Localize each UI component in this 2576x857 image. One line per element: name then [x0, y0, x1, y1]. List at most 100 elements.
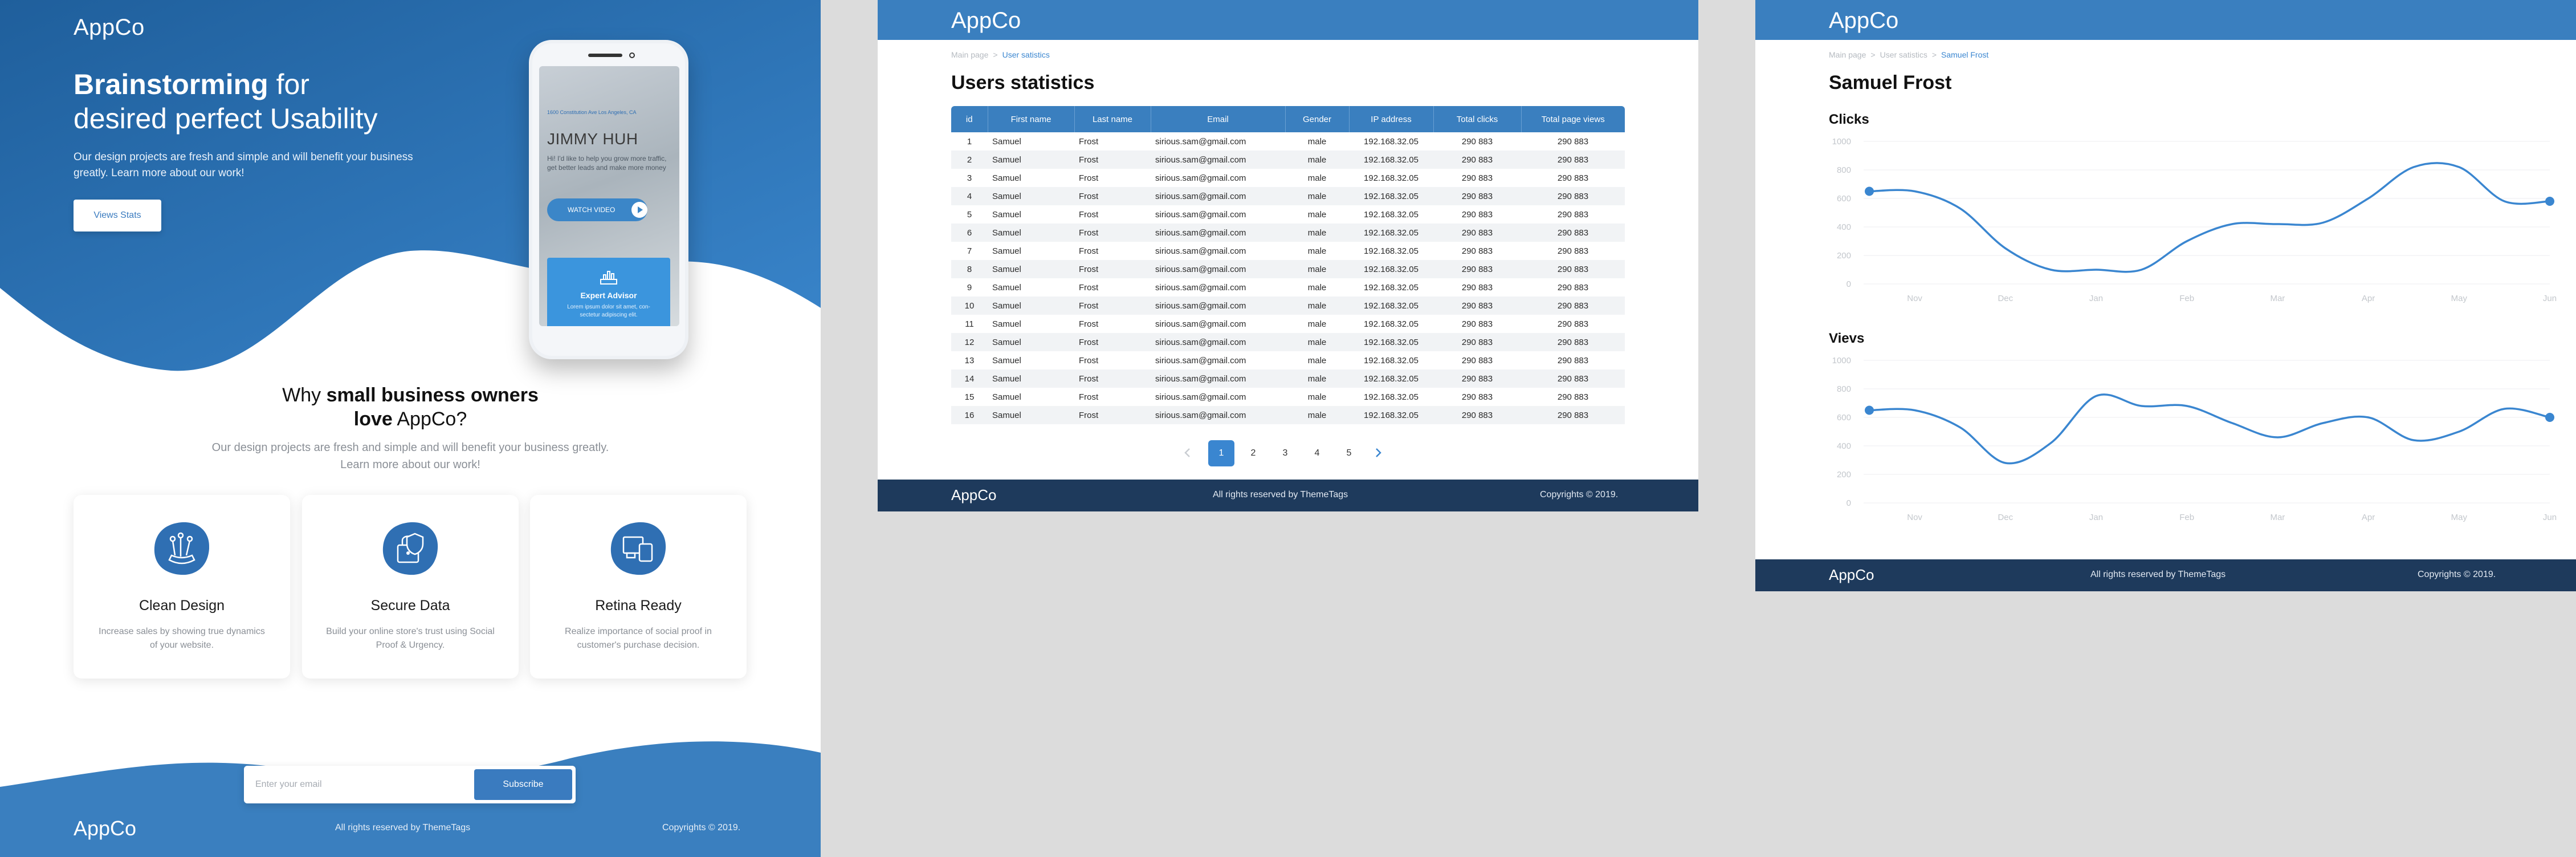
cell-first-name: Samuel [992, 319, 1021, 329]
x-tick-label: Jun [2543, 294, 2557, 303]
cell-last-name: Frost [1074, 406, 1151, 424]
table-row[interactable]: 6 Samuel Frost sirious.sam@gmail.com male 192… [951, 224, 1625, 242]
secure-data-icon [382, 522, 438, 575]
breadcrumb-user-statistics[interactable]: User satistics [1880, 50, 1927, 59]
phone-person-name: JIMMY HUH [547, 130, 638, 148]
cell-email: sirious.sam@gmail.com [1155, 392, 1246, 402]
footer-copyright: Copyrights © 2019. [662, 823, 741, 832]
page-button[interactable]: 2 [1240, 440, 1266, 466]
page-button[interactable]: 5 [1336, 440, 1362, 466]
y-tick-label: 0 [1847, 498, 1851, 508]
cell-ip-address: 192.168.32.05 [1349, 224, 1433, 242]
cell-ip-address: 192.168.32.05 [1349, 369, 1433, 388]
cell-total-clicks: 290 883 [1461, 209, 1493, 220]
footer-logo[interactable]: AppCo [74, 817, 136, 840]
col-email[interactable]: Email [1151, 106, 1286, 132]
prev-page-button[interactable] [1182, 447, 1193, 458]
page-title: Users statistics [951, 72, 1095, 94]
page-button[interactable]: 3 [1272, 440, 1298, 466]
footer-bar: AppCo All rights reserved by ThemeTags C… [1755, 559, 2576, 591]
table-row[interactable]: 3 Samuel Frost sirious.sam@gmail.com male 192… [951, 169, 1625, 187]
table-row[interactable]: 8 Samuel Frost sirious.sam@gmail.com male 192… [951, 260, 1625, 278]
watch-video-button[interactable]: WATCH VIDEO [547, 198, 647, 221]
col-total-page-views[interactable]: Total page views [1521, 106, 1625, 132]
cell-id: 9 [967, 282, 972, 293]
cell-gender: male [1285, 224, 1349, 242]
cell-gender: male [1307, 282, 1327, 293]
header-logo[interactable]: AppCo [951, 8, 1021, 34]
cell-total-page-views: 290 883 [1557, 173, 1589, 183]
footer-logo[interactable]: AppCo [951, 486, 997, 504]
users-table-body: 1 Samuel Frost sirious.sam@gmail.com male 192… [951, 132, 1625, 424]
x-tick-label: Nov [1907, 513, 1922, 522]
breadcrumb-main-page[interactable]: Main page [1829, 50, 1866, 59]
breadcrumb-main-page[interactable]: Main page [951, 50, 988, 59]
y-tick-label: 800 [1837, 384, 1851, 394]
table-row[interactable]: 10 Samuel Frost sirious.sam@gmail.com male 19… [951, 297, 1625, 315]
cell-ip-address: 192.168.32.05 [1364, 209, 1419, 220]
table-row[interactable]: 14 Samuel Frost sirious.sam@gmail.com male 19… [951, 369, 1625, 388]
breadcrumb-user-statistics[interactable]: User satistics [1002, 50, 1050, 59]
page-button[interactable]: 4 [1304, 440, 1330, 466]
data-point-start [1865, 186, 1874, 196]
table-row[interactable]: 13 Samuel Frost sirious.sam@gmail.com male 19… [951, 351, 1625, 369]
table-row[interactable]: 1 Samuel Frost sirious.sam@gmail.com male 192… [951, 132, 1625, 151]
landing-logo[interactable]: AppCo [74, 15, 145, 40]
data-point-end [2545, 197, 2554, 206]
cell-total-clicks: 290 883 [1461, 392, 1493, 402]
why-post: AppCo? [392, 408, 467, 430]
y-tick-label: 0 [1847, 279, 1851, 289]
cell-first-name: Samuel [992, 173, 1021, 183]
breadcrumb: Main page > User satistics > Samuel Frost [1829, 50, 1989, 59]
cell-first-name: Samuel [992, 246, 1021, 256]
table-row[interactable]: 2 Samuel Frost sirious.sam@gmail.com male 192… [951, 151, 1625, 169]
cell-first-name: Samuel [988, 369, 1074, 388]
subscribe-button[interactable]: Subscribe [474, 769, 572, 800]
footer-bar: AppCo All rights reserved by ThemeTags C… [878, 480, 1698, 511]
table-row[interactable]: 15 Samuel Frost sirious.sam@gmail.com male 19… [951, 388, 1625, 406]
breadcrumb-user-name: Samuel Frost [1941, 50, 1989, 59]
cell-total-clicks: 290 883 [1433, 406, 1521, 424]
page-button[interactable]: 1 [1208, 440, 1234, 466]
col-total-clicks[interactable]: Total clicks [1433, 106, 1522, 132]
cell-total-page-views: 290 883 [1521, 297, 1625, 315]
table-row[interactable]: 9 Samuel Frost sirious.sam@gmail.com male 192… [951, 278, 1625, 297]
col-id[interactable]: id [951, 106, 988, 132]
col-gender[interactable]: Gender [1285, 106, 1350, 132]
y-tick-label: 400 [1837, 441, 1851, 451]
x-tick-label: Mar [2270, 513, 2285, 522]
x-tick-label: Jan [2089, 513, 2103, 522]
cell-gender: male [1307, 209, 1327, 220]
cell-last-name: Frost [1079, 282, 1099, 293]
view-stats-button[interactable]: Views Stats [74, 200, 161, 231]
cell-last-name: Frost [1074, 224, 1151, 242]
header-logo[interactable]: AppCo [1829, 8, 1898, 34]
cell-gender: male [1307, 136, 1327, 147]
table-row[interactable]: 4 Samuel Frost sirious.sam@gmail.com male 192… [951, 187, 1625, 205]
cell-id: 15 [964, 392, 975, 402]
next-page-button[interactable] [1372, 447, 1384, 458]
views-chart-title: Vievs [1829, 331, 1865, 346]
table-row[interactable]: 16 Samuel Frost sirious.sam@gmail.com male 19… [951, 406, 1625, 424]
email-input[interactable] [255, 774, 472, 795]
footer-copyright: Copyrights © 2019. [2418, 570, 2496, 579]
table-row[interactable]: 11 Samuel Frost sirious.sam@gmail.com male 19… [951, 315, 1625, 333]
cell-ip-address: 192.168.32.05 [1349, 260, 1433, 278]
cell-first-name: Samuel [992, 355, 1021, 365]
table-row[interactable]: 5 Samuel Frost sirious.sam@gmail.com male 192… [951, 205, 1625, 224]
x-tick-label: Mar [2270, 294, 2285, 303]
table-row[interactable]: 12 Samuel Frost sirious.sam@gmail.com male 19… [951, 333, 1625, 351]
x-tick-label: Feb [2179, 513, 2194, 522]
feature-card-clean-design: Clean Design Increase sales by showing t… [74, 495, 290, 679]
col-first-name[interactable]: First name [988, 106, 1075, 132]
col-ip-address[interactable]: IP address [1349, 106, 1434, 132]
col-last-name[interactable]: Last name [1074, 106, 1151, 132]
x-tick-label: Dec [1998, 294, 2013, 303]
cell-total-page-views: 290 883 [1521, 333, 1625, 351]
phone-intro-text: Hi! I'd like to help you grow more traff… [547, 155, 667, 172]
feature-title: Clean Design [138, 598, 225, 614]
why-pre: Why [282, 384, 327, 406]
footer-logo[interactable]: AppCo [1829, 566, 1874, 584]
table-row[interactable]: 7 Samuel Frost sirious.sam@gmail.com male 192… [951, 242, 1625, 260]
feature-title: Retina Ready [595, 598, 682, 614]
